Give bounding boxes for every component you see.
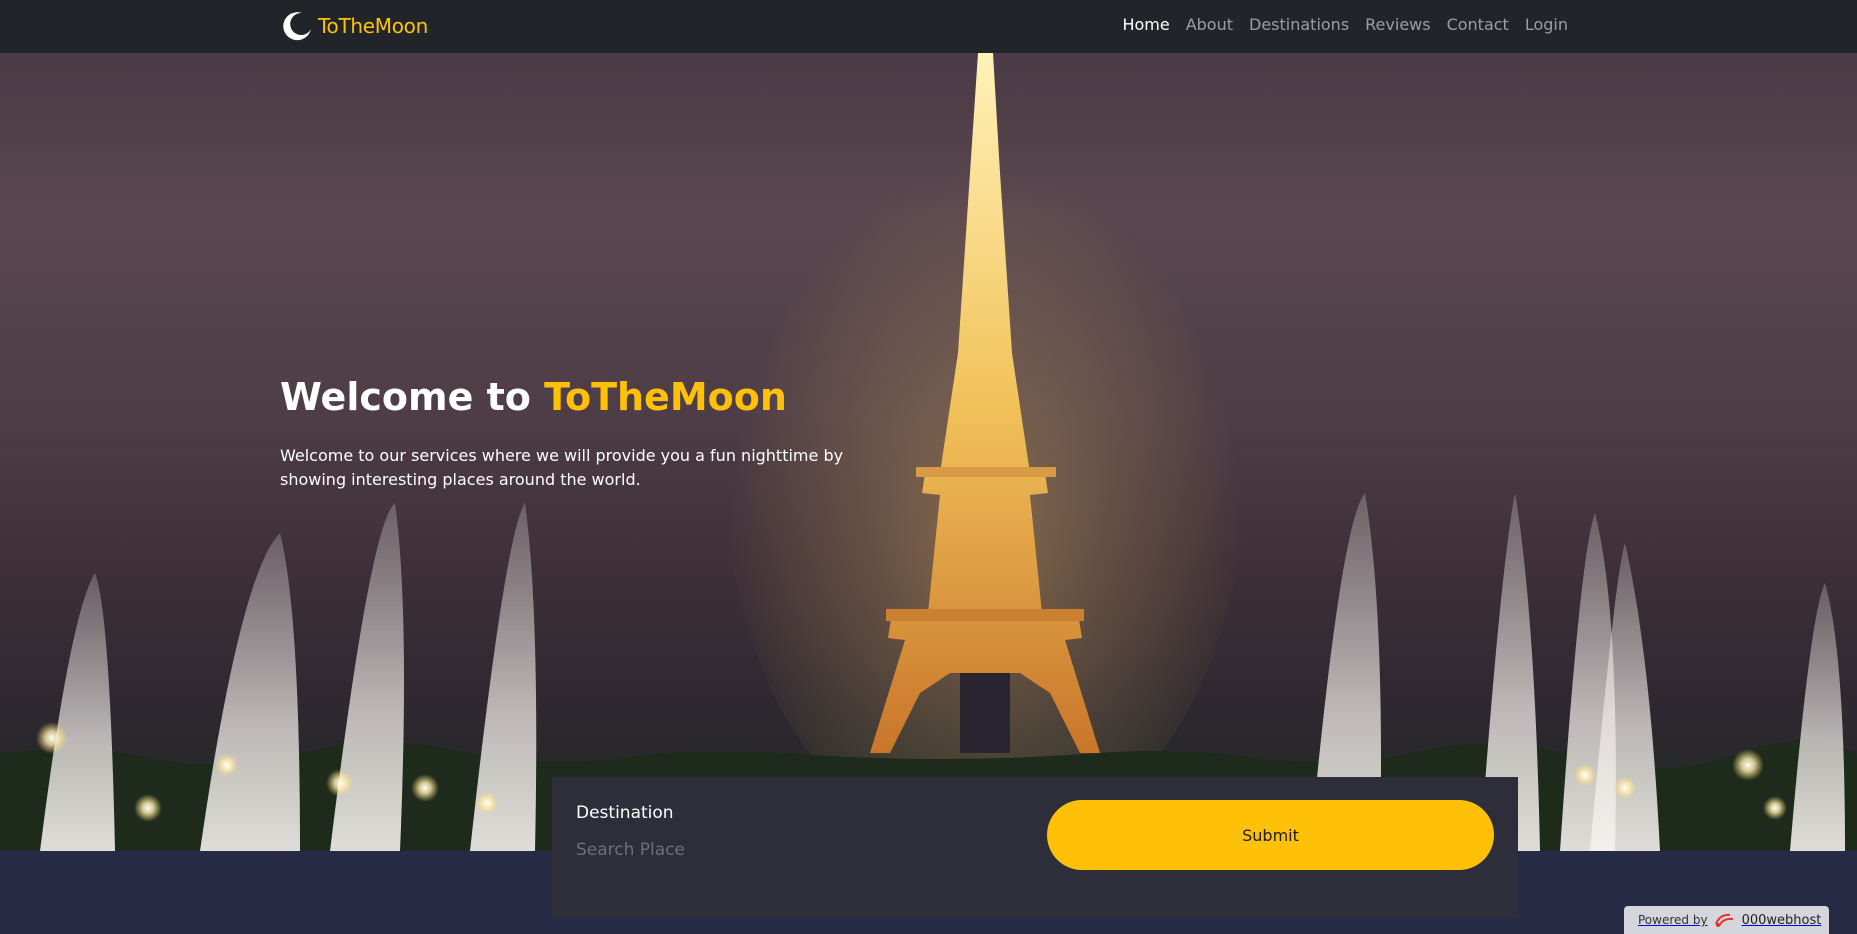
webhost-logo-icon	[1714, 913, 1733, 927]
brand-link[interactable]: ToTheMoon	[280, 9, 428, 43]
hero-subtitle: Welcome to our services where we will pr…	[280, 446, 844, 489]
navbar: ToTheMoon Home About Destinations Review…	[0, 0, 1857, 53]
crescent-moon-icon	[283, 12, 311, 41]
badge-prefix: Powered by	[1638, 913, 1708, 927]
nav-item-about[interactable]: About	[1186, 15, 1233, 34]
hero-title: Welcome to ToTheMoon	[280, 375, 787, 419]
powered-by-badge[interactable]: Powered by 000webhost	[1624, 906, 1829, 934]
hero-title-prefix: Welcome to	[280, 375, 545, 419]
destination-label: Destination	[576, 803, 674, 823]
nav-item-login[interactable]: Login	[1525, 15, 1568, 34]
brand-name: ToTheMoon	[318, 14, 428, 38]
nav-item-home[interactable]: Home	[1122, 15, 1169, 34]
hero-title-accent: ToTheMoon	[544, 375, 787, 419]
submit-button[interactable]: Submit	[1047, 800, 1494, 870]
nav-item-reviews[interactable]: Reviews	[1365, 15, 1430, 34]
badge-name: 000webhost	[1741, 912, 1822, 928]
nav-item-destinations[interactable]: Destinations	[1249, 15, 1349, 34]
hero-background-image	[0, 53, 1857, 851]
nav-item-contact[interactable]: Contact	[1447, 15, 1509, 34]
main-nav: Home About Destinations Reviews Contact …	[1122, 15, 1568, 34]
hero-section: Welcome to ToTheMoon Welcome to our serv…	[0, 53, 1857, 851]
destination-search-panel: Destination Submit	[552, 777, 1518, 918]
search-place-input[interactable]	[576, 835, 996, 865]
